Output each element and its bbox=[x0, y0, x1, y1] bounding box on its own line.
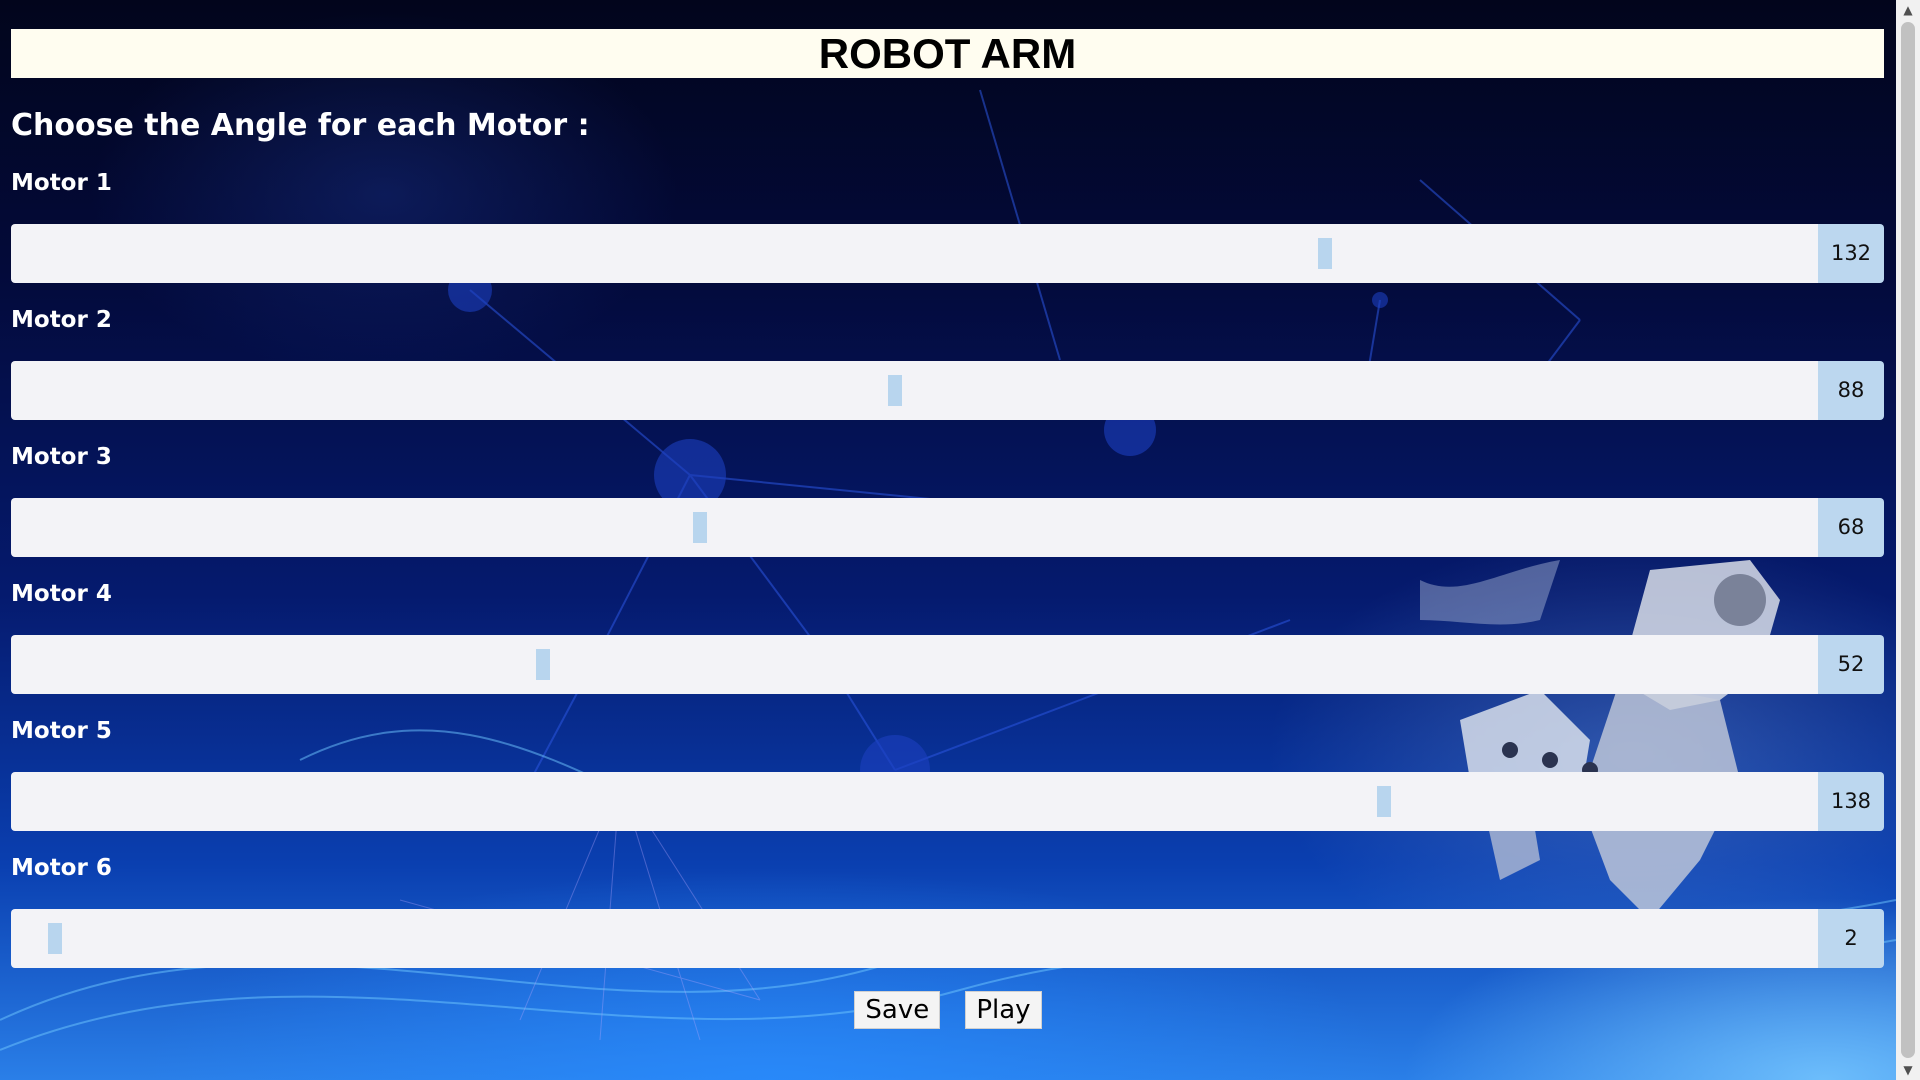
motor-3-slider-track[interactable] bbox=[11, 498, 1818, 557]
motor-4-slider-row: 52 bbox=[11, 635, 1884, 694]
motor-3-slider-row: 68 bbox=[11, 498, 1884, 557]
motor-1-value: 132 bbox=[1818, 224, 1884, 283]
motor-2-slider-thumb[interactable] bbox=[887, 375, 902, 406]
motor-6-slider-track[interactable] bbox=[11, 909, 1818, 968]
motor-5-label: Motor 5 bbox=[11, 718, 112, 744]
motor-2-slider-track[interactable] bbox=[11, 361, 1818, 420]
main-content: ROBOT ARM Choose the Angle for each Moto… bbox=[11, 29, 1884, 968]
action-buttons: Save Play bbox=[0, 991, 1896, 1029]
motor-4-value: 52 bbox=[1818, 635, 1884, 694]
motor-5-control: Motor 5 138 bbox=[11, 716, 1884, 831]
motor-1-label: Motor 1 bbox=[11, 170, 112, 196]
chevron-up-icon[interactable]: ▲ bbox=[1896, 0, 1920, 20]
motor-1-control: Motor 1 132 bbox=[11, 168, 1884, 283]
motor-4-slider-track[interactable] bbox=[11, 635, 1818, 694]
motor-2-label: Motor 2 bbox=[11, 307, 112, 333]
motor-5-value: 138 bbox=[1818, 772, 1884, 831]
motor-1-slider-thumb[interactable] bbox=[1317, 238, 1332, 269]
motor-6-slider-thumb[interactable] bbox=[47, 923, 62, 954]
scrollbar-thumb[interactable] bbox=[1901, 22, 1915, 1058]
instructions-heading: Choose the Angle for each Motor : bbox=[11, 108, 590, 143]
motor-5-slider-track[interactable] bbox=[11, 772, 1818, 831]
motor-5-slider-thumb[interactable] bbox=[1376, 786, 1391, 817]
motor-6-control: Motor 6 2 bbox=[11, 853, 1884, 968]
page-title: ROBOT ARM bbox=[11, 29, 1884, 78]
motor-4-control: Motor 4 52 bbox=[11, 579, 1884, 694]
motor-3-slider-thumb[interactable] bbox=[692, 512, 707, 543]
motor-1-slider-track[interactable] bbox=[11, 224, 1818, 283]
motor-4-label: Motor 4 bbox=[11, 581, 112, 607]
motor-6-slider-row: 2 bbox=[11, 909, 1884, 968]
motor-3-control: Motor 3 68 bbox=[11, 442, 1884, 557]
motor-2-slider-row: 88 bbox=[11, 361, 1884, 420]
save-button[interactable]: Save bbox=[854, 991, 941, 1029]
motor-1-slider-row: 132 bbox=[11, 224, 1884, 283]
motor-6-label: Motor 6 bbox=[11, 855, 112, 881]
motor-6-value: 2 bbox=[1818, 909, 1884, 968]
motor-4-slider-thumb[interactable] bbox=[536, 649, 551, 680]
motor-5-slider-row: 138 bbox=[11, 772, 1884, 831]
motor-3-value: 68 bbox=[1818, 498, 1884, 557]
motor-3-label: Motor 3 bbox=[11, 444, 112, 470]
play-button[interactable]: Play bbox=[965, 991, 1042, 1029]
motor-2-value: 88 bbox=[1818, 361, 1884, 420]
vertical-scrollbar[interactable]: ▲ ▼ bbox=[1896, 0, 1920, 1080]
chevron-down-icon[interactable]: ▼ bbox=[1896, 1060, 1920, 1080]
motor-2-control: Motor 2 88 bbox=[11, 305, 1884, 420]
